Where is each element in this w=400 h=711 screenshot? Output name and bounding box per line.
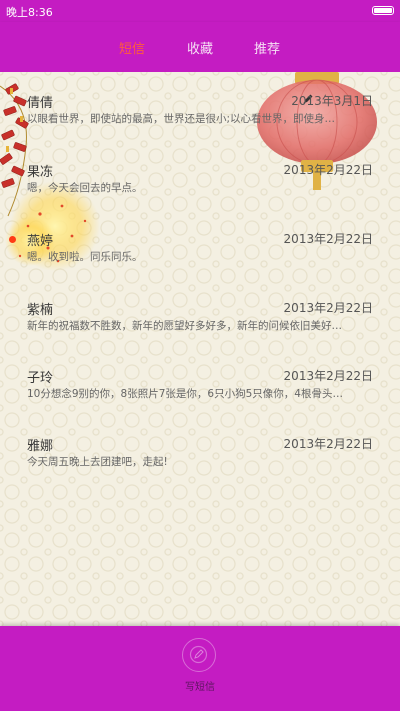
compose-icon: [189, 645, 208, 664]
message-item[interactable]: 倩倩 2013年3月1日 以眼看世界，即使站的最高，世界还是很小;以心看世界，即…: [0, 92, 400, 160]
tab-favorites[interactable]: 收藏: [187, 38, 213, 57]
message-preview: 以眼看世界，即使站的最高，世界还是很小;以心看世界，即使身…: [27, 113, 336, 125]
battery-icon: [372, 6, 394, 15]
message-preview: 嗯，今天会回去的早点。: [27, 182, 143, 194]
compose-button[interactable]: [182, 638, 216, 672]
message-item[interactable]: 果冻 2013年2月22日 嗯，今天会回去的早点。: [0, 161, 400, 229]
tab-recommended[interactable]: 推荐: [254, 38, 280, 57]
contact-name: 雅娜: [27, 439, 54, 454]
bottom-bar: 写短信: [0, 626, 400, 711]
message-date: 2013年2月22日: [283, 301, 373, 315]
contact-name: 果冻: [27, 165, 54, 180]
message-item[interactable]: 子玲 2013年2月22日 10分想念9别的你，8张照片7张是你，6只小狗5只像…: [0, 367, 400, 435]
contact-name: 子玲: [27, 371, 54, 386]
message-date: 2013年2月22日: [283, 232, 373, 246]
message-date: 2013年2月22日: [283, 163, 373, 177]
message-preview: 新年的祝福数不胜数，新年的愿望好多好多，新年的问候依旧美好…: [27, 320, 342, 332]
top-tab-bar: 短信 收藏 推荐: [0, 22, 400, 72]
message-item[interactable]: 雅娜 2013年2月22日 今天周五晚上去团建吧，走起!: [0, 435, 400, 503]
message-item[interactable]: 燕婷 2013年2月22日 嗯。收到啦。同乐同乐。: [0, 230, 400, 298]
contact-name: 倩倩: [27, 96, 54, 111]
unread-indicator: [9, 236, 16, 243]
message-date: 2013年2月22日: [283, 437, 373, 451]
tab-sms[interactable]: 短信: [119, 38, 145, 57]
message-date: 2013年3月1日: [291, 94, 373, 108]
status-bar: 晚上8:36: [0, 0, 400, 22]
status-time: 晚上8:36: [6, 6, 53, 19]
message-date: 2013年2月22日: [283, 369, 373, 383]
compose-label: 写短信: [185, 682, 215, 693]
message-preview: 今天周五晚上去团建吧，走起!: [27, 456, 168, 468]
contact-name: 燕婷: [27, 234, 54, 249]
message-preview: 嗯。收到啦。同乐同乐。: [27, 251, 143, 263]
message-item[interactable]: 紫楠 2013年2月22日 新年的祝福数不胜数，新年的愿望好多好多，新年的问候依…: [0, 299, 400, 367]
message-preview: 10分想念9别的你，8张照片7张是你，6只小狗5只像你，4根骨头…: [27, 388, 343, 400]
contact-name: 紫楠: [27, 303, 54, 318]
